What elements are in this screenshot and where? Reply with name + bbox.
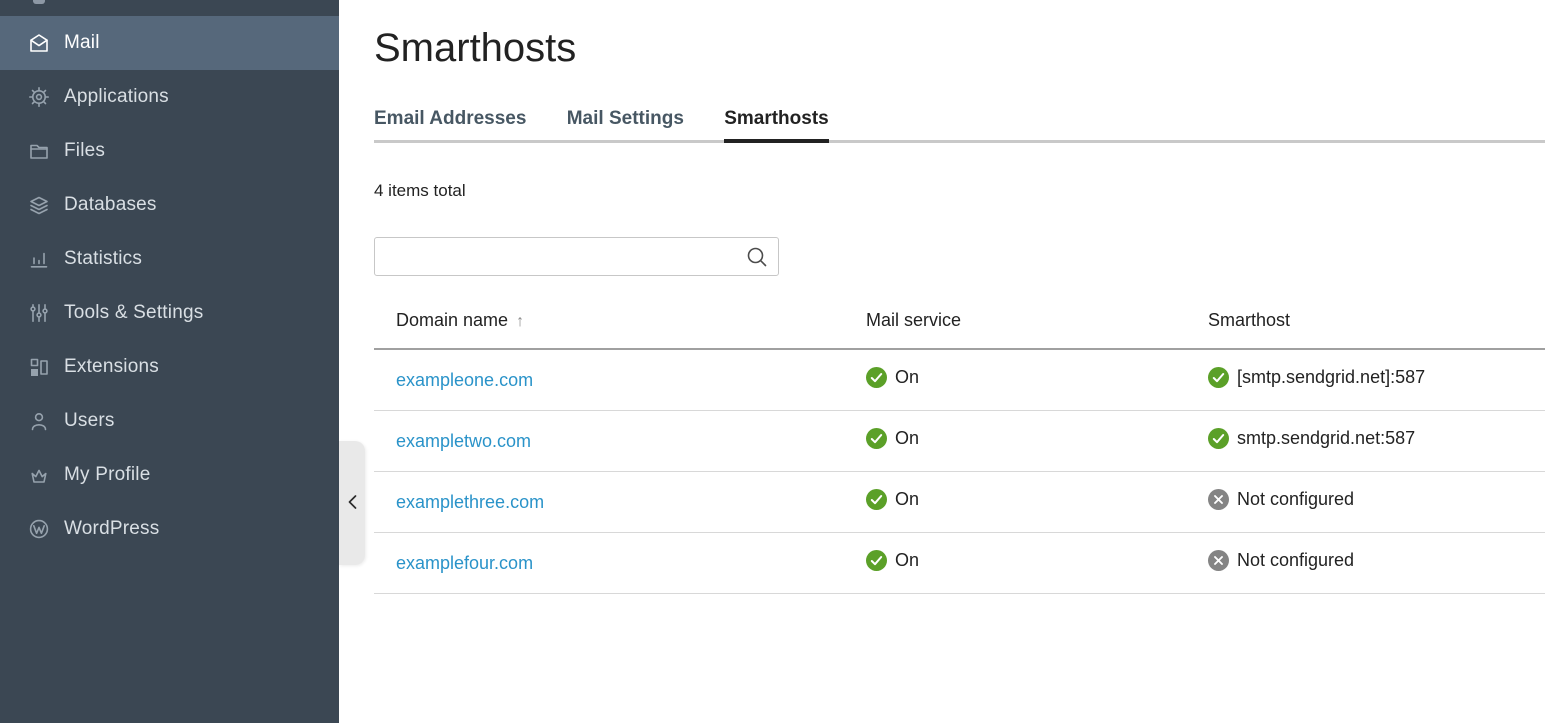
domain-link[interactable]: examplethree.com [396, 492, 544, 512]
folder-icon [28, 140, 50, 162]
sidebar-item-label: Mail [64, 32, 100, 54]
search-icon[interactable] [744, 244, 770, 270]
table-row: exampletwo.com On smtp.sendgrid.net:587 [374, 411, 1545, 472]
table-row: examplethree.com On Not configured [374, 472, 1545, 533]
sidebar-item-label: Applications [64, 86, 169, 108]
search-input[interactable] [374, 237, 779, 276]
check-circle-icon [866, 550, 887, 571]
smarthost-value: smtp.sendgrid.net:587 [1237, 428, 1415, 449]
gear-icon [28, 86, 50, 108]
x-circle-icon [1208, 550, 1229, 571]
mail-service-value: On [895, 367, 919, 388]
sidebar-item-partial[interactable] [0, 0, 339, 16]
sidebar-item-label: My Profile [64, 464, 150, 486]
items-total: 4 items total [374, 181, 1545, 201]
sidebar-item-databases[interactable]: Databases [0, 178, 339, 232]
wordpress-icon [28, 518, 50, 540]
bar-chart-icon [28, 248, 50, 270]
column-header-mail-service[interactable]: Mail service [866, 310, 1208, 331]
sidebar-item-label: Tools & Settings [64, 302, 203, 324]
domain-link[interactable]: exampletwo.com [396, 431, 531, 451]
domain-link[interactable]: exampleone.com [396, 370, 533, 390]
tab-mail-settings[interactable]: Mail Settings [567, 108, 684, 139]
sidebar-item-label: Users [64, 410, 115, 432]
sidebar-item-label: Statistics [64, 248, 142, 270]
partial-icon [33, 0, 45, 4]
smarthost-value: Not configured [1237, 489, 1354, 510]
check-circle-icon [866, 367, 887, 388]
crown-icon [28, 464, 50, 486]
page-title: Smarthosts [374, 20, 1545, 76]
layers-icon [28, 194, 50, 216]
sidebar-item-label: Files [64, 140, 105, 162]
tab-smarthosts[interactable]: Smarthosts [724, 108, 829, 143]
check-circle-icon [1208, 428, 1229, 449]
sidebar-item-label: Databases [64, 194, 157, 216]
sidebar-item-wordpress[interactable]: WordPress [0, 502, 339, 556]
plesk-window: Mail Applications Files Databases [0, 0, 1545, 723]
blocks-icon [28, 356, 50, 378]
column-header-smarthost[interactable]: Smarthost [1208, 310, 1545, 331]
mail-service-value: On [895, 428, 919, 449]
mail-service-value: On [895, 489, 919, 510]
mail-service-value: On [895, 550, 919, 571]
sidebar-item-label: Extensions [64, 356, 159, 378]
check-circle-icon [866, 428, 887, 449]
sidebar-item-applications[interactable]: Applications [0, 70, 339, 124]
sort-asc-icon: ↑ [516, 313, 524, 330]
tab-email-addresses[interactable]: Email Addresses [374, 108, 526, 139]
table-row: exampleone.com On [smtp.sendgrid.net]:58… [374, 350, 1545, 411]
sidebar-item-my-profile[interactable]: My Profile [0, 448, 339, 502]
user-icon [28, 410, 50, 432]
domains-table: Domain name↑ Mail service Smarthost exam… [374, 310, 1545, 594]
tab-bar: Email Addresses Mail Settings Smarthosts [374, 108, 1545, 143]
check-circle-icon [866, 489, 887, 510]
table-header-row: Domain name↑ Mail service Smarthost [374, 310, 1545, 350]
sidebar-item-tools-settings[interactable]: Tools & Settings [0, 286, 339, 340]
check-circle-icon [1208, 367, 1229, 388]
search-box [374, 237, 779, 276]
column-header-domain-name[interactable]: Domain name↑ [374, 310, 866, 331]
sidebar-item-statistics[interactable]: Statistics [0, 232, 339, 286]
sidebar-item-users[interactable]: Users [0, 394, 339, 448]
sidebar: Mail Applications Files Databases [0, 0, 339, 723]
sidebar-item-mail[interactable]: Mail [0, 16, 339, 70]
x-circle-icon [1208, 489, 1229, 510]
sidebar-item-extensions[interactable]: Extensions [0, 340, 339, 394]
domain-link[interactable]: examplefour.com [396, 553, 533, 573]
smarthost-value: [smtp.sendgrid.net]:587 [1237, 367, 1425, 388]
sidebar-item-files[interactable]: Files [0, 124, 339, 178]
sidebar-item-label: WordPress [64, 518, 159, 540]
main-content: Smarthosts Email Addresses Mail Settings… [339, 0, 1545, 723]
table-row: examplefour.com On Not configured [374, 533, 1545, 594]
mail-icon [28, 32, 50, 54]
smarthost-value: Not configured [1237, 550, 1354, 571]
sliders-icon [28, 302, 50, 324]
